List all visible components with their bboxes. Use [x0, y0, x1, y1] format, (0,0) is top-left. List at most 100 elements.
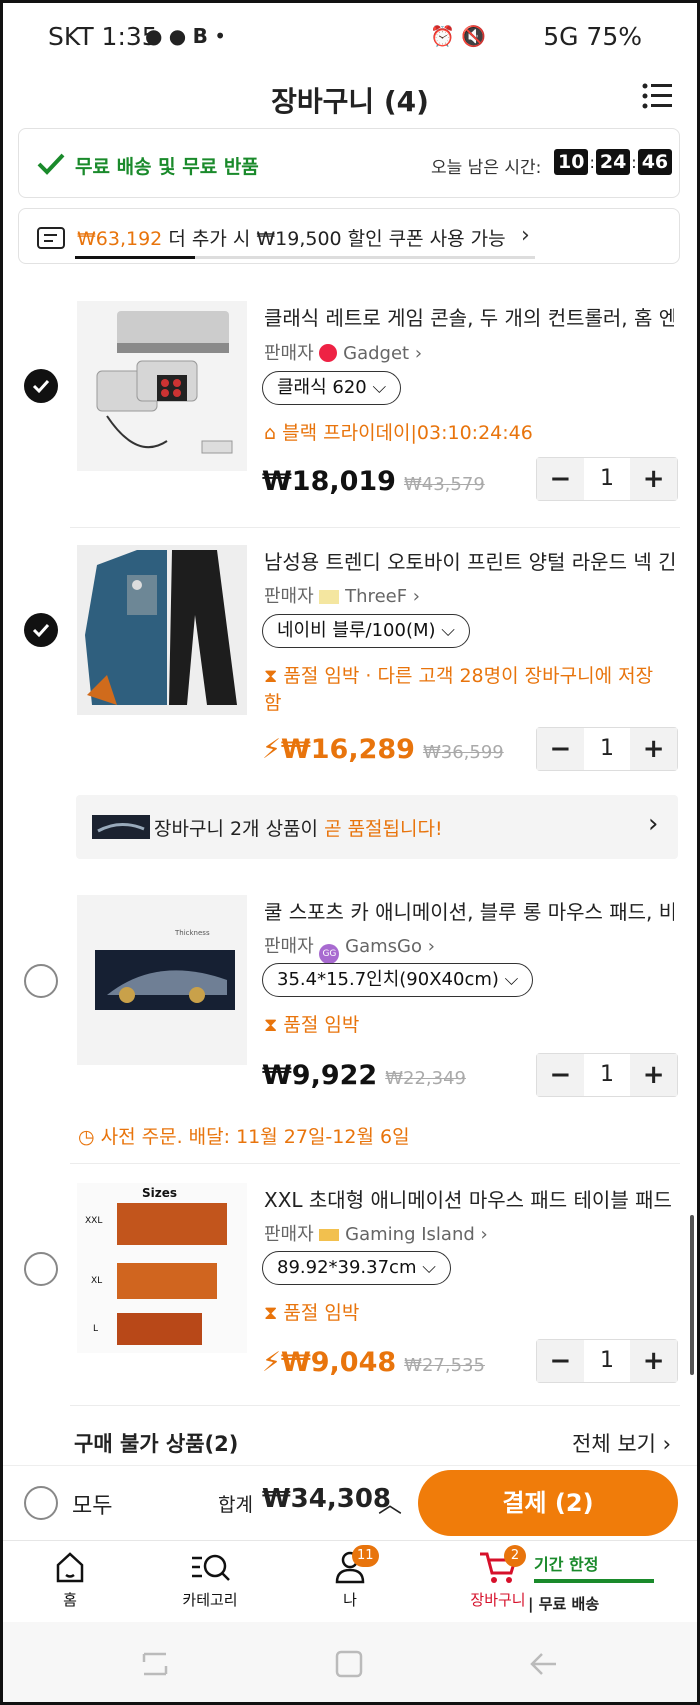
quantity-stepper-3[interactable]: −1 + [536, 1053, 678, 1097]
seller-logo-icon [319, 344, 338, 362]
quantity-value[interactable]: 1 [584, 1054, 631, 1096]
nav-me[interactable]: 나 11 [320, 1545, 380, 1610]
chevron-up-icon[interactable]: ︿ [378, 1484, 402, 1519]
product-title-4[interactable]: XXL 초대형 애니메이션 마우스 패드 테이블 패드... [264, 1184, 674, 1213]
nav-category[interactable]: 카테고리 [170, 1549, 250, 1610]
product-image-2[interactable] [77, 545, 247, 715]
mousepad-thumbnail [92, 815, 150, 839]
chevron-right-icon: › [648, 809, 659, 839]
system-nav-bar [0, 1622, 700, 1705]
stock-tag-2: ⧗ 품절 임박 · 다른 고객 28명이 장바구니에 저장 [264, 665, 654, 687]
hourglass-icon: ⧗ [264, 1302, 278, 1324]
check-icon [37, 153, 65, 175]
svg-text:XXL: XXL [85, 1216, 102, 1226]
decrease-button[interactable]: − [537, 1054, 584, 1096]
stock-tag-2-cont: 함 [264, 692, 282, 714]
svg-text:XL: XL [91, 1276, 102, 1286]
svg-text:Thickness: Thickness [174, 929, 210, 937]
menu-icon[interactable] [642, 82, 672, 110]
divider [70, 1405, 680, 1406]
checkout-button[interactable]: 결제 (2) [418, 1470, 678, 1536]
coupon-progress-fill [75, 256, 195, 259]
decrease-button[interactable]: − [537, 1340, 584, 1382]
svg-text:Sizes: Sizes [142, 1186, 177, 1200]
select-all-checkbox[interactable] [24, 1486, 58, 1520]
option-select-4[interactable]: 89.92*39.37cm ⌵ [262, 1251, 451, 1285]
option-select-1[interactable]: 클래식 620 ⌵ [262, 371, 402, 405]
increase-button[interactable]: + [630, 728, 678, 770]
promo-limited[interactable]: 기간 한정 [534, 1551, 598, 1575]
category-search-icon [192, 1554, 230, 1581]
coupon-progress-track [75, 256, 535, 259]
coupon-text: ₩63,192 더 추가 시 ₩19,500 할인 쿠폰 사용 가능 [77, 228, 506, 250]
seller-2[interactable]: 판매자 ThreeF › [264, 582, 420, 608]
alarm-icon: ⏰ 🔇 [430, 24, 487, 48]
hourglass-icon: ⧗ [264, 1014, 278, 1036]
product-image-1[interactable] [77, 301, 247, 471]
seller-3[interactable]: 판매자 GG GamsGo › [264, 932, 435, 964]
item-checkbox-3[interactable] [24, 964, 58, 998]
decrease-button[interactable]: − [537, 728, 584, 770]
select-all-label[interactable]: 모두 [72, 1488, 112, 1520]
increase-button[interactable]: + [630, 458, 678, 500]
decrease-button[interactable]: − [537, 458, 584, 500]
promo-tag-1: ⌂ 블랙 프라이데이|03:10:24:46 [264, 422, 533, 444]
item-checkbox-1[interactable] [24, 369, 58, 403]
promo-free-shipping[interactable]: | 무료 배송 [528, 1593, 599, 1614]
quantity-value[interactable]: 1 [584, 728, 631, 770]
lightning-icon: ⚡ [262, 734, 281, 765]
option-select-3[interactable]: 35.4*15.7인치(90X40cm) ⌵ [262, 963, 534, 997]
quantity-stepper-2[interactable]: −1 + [536, 727, 678, 771]
item-checkbox-2[interactable] [24, 613, 58, 647]
countdown: 10:24:46 [553, 149, 673, 175]
product-image-3[interactable]: Thickness [77, 895, 247, 1065]
quantity-stepper-1[interactable]: −1 + [536, 457, 678, 501]
nav-home[interactable]: 홈 [40, 1549, 100, 1610]
status-time: SKT 1:35 [48, 22, 158, 51]
shipping-text: 무료 배송 및 무료 반품 [75, 156, 259, 178]
nav-cart[interactable]: 장바구니 2 [458, 1545, 538, 1610]
back-icon[interactable] [528, 1650, 558, 1678]
status-bar: SKT 1:35 ● ● B • ⏰ 🔇 5G 75% [0, 0, 700, 72]
home-icon [56, 1552, 84, 1583]
product-title-2[interactable]: 남성용 트렌디 오토바이 프린트 양털 라운드 넥 긴... [264, 546, 674, 575]
quantity-value[interactable]: 1 [584, 458, 631, 500]
timer-label: 오늘 남은 시간: [431, 158, 542, 178]
bag-icon: ⌂ [264, 422, 277, 444]
recent-apps-icon[interactable] [140, 1650, 170, 1678]
scrollbar[interactable] [690, 1215, 694, 1375]
product-image-4[interactable]: Sizes XXL XL L [77, 1183, 247, 1353]
quantity-value[interactable]: 1 [584, 1340, 631, 1382]
soldout-text: 장바구니 2개 상품이 곧 품절됩니다! [154, 818, 443, 840]
view-all-link[interactable]: 전체 보기 › [572, 1428, 671, 1458]
total-amount: ₩34,308 [262, 1484, 392, 1514]
preorder-notice: ◷ 사전 주문. 배달: 11월 27일-12월 6일 [78, 1126, 410, 1148]
divider [70, 1163, 680, 1164]
me-badge: 11 [352, 1545, 379, 1567]
status-right: 5G 75% [543, 22, 642, 51]
seller-logo-icon [319, 590, 340, 604]
header: 장바구니 (4) [0, 72, 700, 122]
option-select-2[interactable]: 네이비 블루/100(M) ⌵ [262, 614, 470, 648]
quantity-stepper-4[interactable]: −1 + [536, 1339, 678, 1383]
coupon-banner[interactable]: ₩63,192 더 추가 시 ₩19,500 할인 쿠폰 사용 가능 › [18, 208, 680, 264]
increase-button[interactable]: + [630, 1054, 678, 1096]
seller-1[interactable]: 판매자 Gadget › [264, 339, 422, 365]
item-checkbox-4[interactable] [24, 1252, 58, 1286]
price-1: ₩18,019 ₩43,579 [262, 466, 485, 497]
clock-icon: ◷ [78, 1126, 95, 1148]
bottom-nav: 홈 카테고리 나 11 장바구니 2 기간 한정 | 무료 배송 [0, 1540, 700, 1622]
increase-button[interactable]: + [630, 1340, 678, 1382]
price-3: ₩9,922 ₩22,349 [262, 1060, 466, 1091]
seller-logo-icon [319, 1229, 340, 1241]
soldout-notice[interactable]: 장바구니 2개 상품이 곧 품절됩니다! › [76, 795, 678, 859]
chevron-right-icon: › [521, 223, 530, 248]
price-2: ⚡₩16,289 ₩36,599 [262, 734, 504, 765]
product-title-1[interactable]: 클래식 레트로 게임 콘솔, 두 개의 컨트롤러, 홈 엔... [264, 302, 674, 331]
coupon-icon [37, 227, 65, 249]
seller-4[interactable]: 판매자 Gaming Island › [264, 1220, 488, 1246]
product-title-3[interactable]: 쿨 스포츠 카 애니메이션, 블루 롱 마우스 패드, 비... [264, 896, 674, 925]
stock-tag-4: ⧗ 품절 임박 [264, 1302, 360, 1324]
hourglass-icon: ⧗ [264, 665, 278, 687]
home-nav-icon[interactable] [334, 1650, 364, 1678]
